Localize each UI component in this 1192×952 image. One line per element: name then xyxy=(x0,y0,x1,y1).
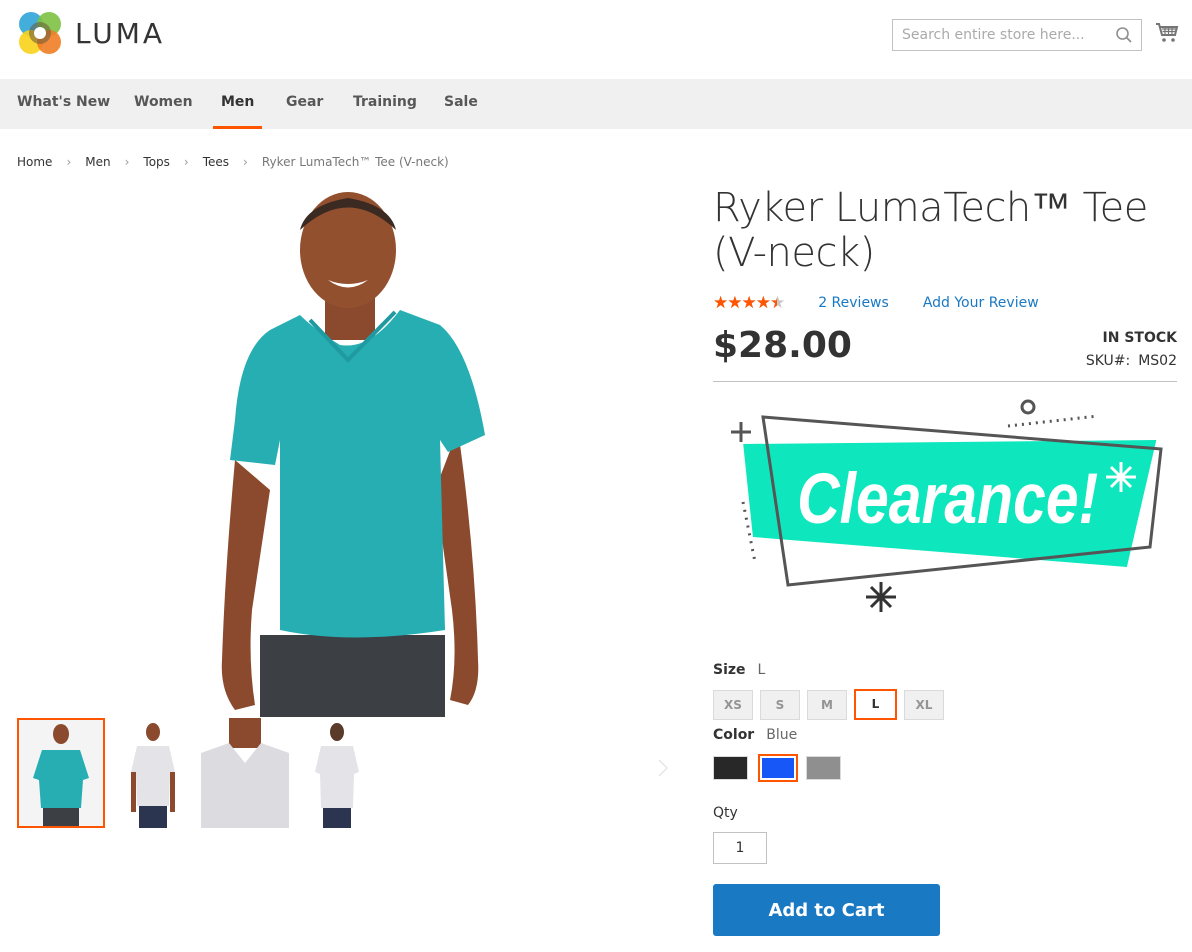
qty-input[interactable] xyxy=(713,832,767,864)
gallery-thumbnails xyxy=(17,718,385,828)
thumbnail-image xyxy=(201,718,289,828)
rating-stars: ★★★★★ ★★★★★ xyxy=(713,294,785,312)
header: LUMA xyxy=(0,0,1192,79)
breadcrumb-separator: › xyxy=(124,155,130,169)
product-main-image[interactable] xyxy=(200,190,500,717)
circle-icon xyxy=(1020,399,1036,415)
size-label: Size xyxy=(713,662,746,678)
nav-item-women[interactable]: Women xyxy=(134,79,193,129)
product-title: Ryker LumaTech™ Tee (V-neck) xyxy=(713,185,1148,276)
nav-item-training[interactable]: Training xyxy=(353,79,417,129)
color-label: Color xyxy=(713,727,755,743)
product-sku: SKU#: MS02 xyxy=(1086,353,1177,369)
stock-status: In stock xyxy=(1102,330,1177,346)
color-selected-value: Blue xyxy=(766,727,798,743)
reviews-link[interactable]: 2 Reviews xyxy=(818,295,889,311)
breadcrumb-separator: › xyxy=(243,155,248,169)
plus-icon xyxy=(731,422,751,442)
color-swatch-gray[interactable] xyxy=(806,756,841,780)
sku-label: SKU#: xyxy=(1085,353,1131,369)
add-to-cart-button[interactable]: Add to Cart xyxy=(713,884,940,936)
cart-icon[interactable] xyxy=(1155,22,1179,46)
size-selected-value: L xyxy=(757,662,766,678)
product-rating: ★★★★★ ★★★★★ 2 Reviews Add Your Review xyxy=(713,294,1039,312)
logo-text: LUMA xyxy=(75,16,166,50)
thumbnail-back-white[interactable] xyxy=(293,718,381,828)
add-review-link[interactable]: Add Your Review xyxy=(923,295,1039,311)
sku-value: MS02 xyxy=(1138,353,1177,369)
size-swatches: XS S M L XL xyxy=(713,689,951,720)
asterisk-icon xyxy=(866,582,896,612)
gallery-next-arrow-icon[interactable] xyxy=(655,756,671,780)
thumbnail-image xyxy=(293,718,381,828)
breadcrumb-home[interactable]: Home xyxy=(17,155,52,169)
breadcrumb-current: Ryker LumaTech™ Tee (V-neck) xyxy=(261,155,449,169)
luma-logo-icon xyxy=(19,12,61,54)
size-swatch-l[interactable]: L xyxy=(854,689,897,720)
breadcrumb-separator: › xyxy=(66,155,72,169)
product-price: $28.00 xyxy=(713,325,852,366)
size-option-label: Size L xyxy=(713,662,765,678)
color-swatch-blue[interactable] xyxy=(758,754,798,782)
banner-text: Clearance! xyxy=(797,459,1098,539)
breadcrumb: Home › Men › Tops › Tees › Ryker LumaTec… xyxy=(17,155,449,169)
color-swatches xyxy=(713,754,850,782)
size-swatch-m[interactable]: M xyxy=(807,690,847,720)
clearance-banner: Clearance! xyxy=(731,399,1163,612)
thumbnail-closeup-white[interactable] xyxy=(201,718,289,828)
breadcrumb-men[interactable]: Men xyxy=(85,155,110,169)
breadcrumb-tees[interactable]: Tees xyxy=(203,155,229,169)
thumbnail-image xyxy=(17,718,105,828)
nav-item-men[interactable]: Men xyxy=(212,79,263,129)
search-icon[interactable] xyxy=(1115,26,1133,44)
size-swatch-xs[interactable]: XS xyxy=(713,690,753,720)
thumbnail-image xyxy=(109,718,197,828)
qty-label: Qty xyxy=(713,805,738,821)
thumbnail-front-blue[interactable] xyxy=(17,718,105,828)
nav-item-whats-new[interactable]: What's New xyxy=(17,79,110,129)
size-swatch-s[interactable]: S xyxy=(760,690,800,720)
size-swatch-xl[interactable]: XL xyxy=(904,690,944,720)
search-input[interactable] xyxy=(893,20,1103,50)
color-option-label: Color Blue xyxy=(713,727,797,743)
nav-item-sale[interactable]: Sale xyxy=(444,79,478,129)
thumbnail-front-white[interactable] xyxy=(109,718,197,828)
logo[interactable]: LUMA xyxy=(17,10,165,56)
rating-stars-filled-icon: ★★★★★ xyxy=(713,294,777,312)
nav-item-gear[interactable]: Gear xyxy=(286,79,323,129)
divider xyxy=(713,381,1177,382)
breadcrumb-separator: › xyxy=(183,155,189,169)
color-swatch-black[interactable] xyxy=(713,756,748,780)
search-box xyxy=(892,19,1142,51)
breadcrumb-tops[interactable]: Tops xyxy=(143,155,170,169)
main-navigation: What's New Women Men Gear Training Sale xyxy=(0,79,1192,129)
